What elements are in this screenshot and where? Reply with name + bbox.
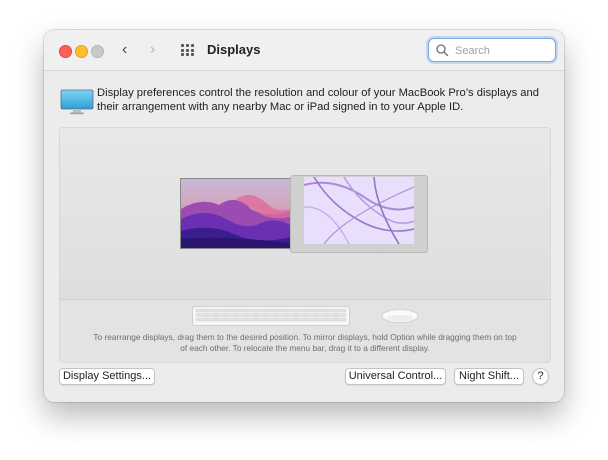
help-button[interactable]: ? — [532, 368, 549, 385]
description-text: Display preferences control the resoluti… — [97, 87, 539, 113]
night-shift-button[interactable]: Night Shift... — [454, 368, 524, 385]
show-all-grid-icon[interactable] — [181, 44, 195, 56]
search-icon — [436, 44, 449, 57]
title-bar: ‹ › Displays — [44, 30, 564, 71]
universal-control-button[interactable]: Universal Control... — [345, 368, 446, 385]
monterey-wallpaper — [181, 179, 290, 248]
minimize-button[interactable] — [75, 45, 88, 58]
built-in-display[interactable] — [180, 178, 291, 249]
external-display[interactable] — [290, 175, 428, 253]
display-arrangement-area: To rearrange displays, drag them to the … — [59, 127, 551, 363]
close-button[interactable] — [59, 45, 72, 58]
forward-button[interactable]: › — [150, 41, 155, 59]
zoom-button[interactable] — [91, 45, 104, 58]
search-input[interactable] — [453, 41, 553, 61]
arrangement-hint-text: To rearrange displays, drag them to the … — [93, 332, 517, 353]
display-settings-button[interactable]: Display Settings... — [59, 368, 155, 385]
external-wallpaper — [304, 177, 414, 244]
display-monitor-icon — [60, 89, 94, 115]
mouse-icon — [381, 309, 419, 323]
search-field[interactable] — [428, 38, 556, 62]
preferences-window: ‹ › Displays Display preferences control… — [44, 30, 564, 402]
keyboard-icon — [192, 306, 350, 326]
window-title: Displays — [207, 42, 261, 57]
arrangement-canvas — [60, 128, 550, 300]
back-button[interactable]: ‹ — [122, 41, 127, 59]
